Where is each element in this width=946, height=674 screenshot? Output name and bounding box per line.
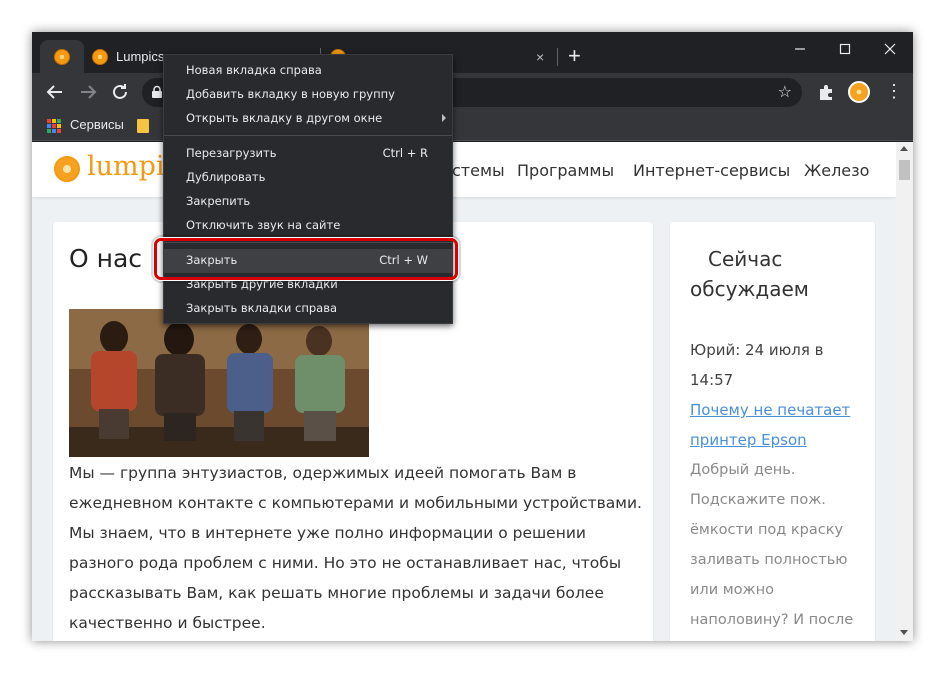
new-tab-button[interactable]: + [568, 45, 581, 67]
comment-meta: Юрий: 24 июля в 14:57 [690, 341, 824, 389]
browser-window: Lumpics. × + ☆ ⋮ Сервисы lumpics стемы П… [32, 32, 913, 641]
menu-item-label: Дублировать [186, 170, 266, 184]
bookmark-folder-icon[interactable] [137, 119, 149, 133]
tab-separator [557, 48, 558, 66]
nav-item-systems[interactable]: стемы [452, 161, 505, 180]
scroll-thumb[interactable] [899, 160, 910, 180]
forward-arrow-icon [81, 85, 97, 99]
menu-item-label: Добавить вкладку в новую группу [186, 87, 395, 101]
menu-item-new-tab-right[interactable]: Новая вкладка справа [164, 59, 452, 83]
close-window-button[interactable] [867, 38, 913, 66]
menu-item-add-to-group[interactable]: Добавить вкладку в новую группу [164, 83, 452, 107]
scroll-down-icon[interactable] [900, 630, 908, 635]
menu-item-label: Открыть вкладку в другом окне [186, 111, 383, 125]
submenu-arrow-icon [442, 114, 446, 122]
lock-icon [152, 85, 162, 98]
menu-item-duplicate[interactable]: Дублировать [164, 166, 452, 190]
close-icon [884, 43, 896, 55]
back-arrow-icon [46, 85, 62, 99]
article-link[interactable]: Почему не печатает принтер Epson [690, 395, 870, 455]
browser-menu-button[interactable]: ⋮ [884, 81, 904, 103]
team-photo [69, 309, 369, 457]
back-button[interactable] [43, 80, 67, 104]
sidebar-card: Сейчас обсуждаем Юрий: 24 июля в 14:57 П… [670, 222, 875, 641]
apps-grid-icon[interactable] [47, 119, 61, 133]
menu-item-label: Закрыть вкладки справа [186, 301, 338, 315]
menu-item-close-tabs-right[interactable]: Закрыть вкладки справа [164, 297, 452, 321]
profile-avatar[interactable] [848, 81, 870, 103]
forward-button[interactable] [76, 80, 100, 104]
reload-icon [113, 84, 127, 99]
reload-button[interactable] [108, 80, 132, 104]
sidebar-title: Сейчас обсуждаем [690, 247, 809, 301]
menu-item-reload[interactable]: Перезагрузить Ctrl + R [164, 142, 452, 166]
tab-title: Lumpics. [116, 49, 169, 64]
menu-item-pin[interactable]: Закрепить [164, 190, 452, 214]
tab-active[interactable] [40, 40, 84, 73]
page-title: О нас [69, 244, 143, 273]
minimize-icon [795, 48, 805, 50]
nav-item-internet-services[interactable]: Интернет-сервисы [633, 161, 790, 180]
extensions-puzzle-icon[interactable] [817, 82, 837, 102]
menu-item-label: Закрепить [186, 194, 251, 208]
menu-item-label: Перезагрузить [186, 146, 277, 160]
maximize-icon [839, 43, 851, 55]
tab-context-menu: Новая вкладка справа Добавить вкладку в … [163, 54, 453, 324]
menu-item-label: Отключить звук на сайте [186, 218, 341, 232]
comment-text: Добрый день. Подскажите пож. ёмкости под… [690, 462, 854, 628]
lumpics-favicon-icon [92, 49, 108, 65]
page-scrollbar[interactable] [896, 142, 913, 641]
close-icon[interactable]: × [536, 49, 544, 65]
nav-item-hardware[interactable]: Железо [804, 161, 869, 180]
about-paragraph: Мы — группа энтузиастов, одержимых идеей… [69, 464, 642, 632]
site-header: lumpics стемы Программы Интернет-сервисы… [32, 142, 896, 197]
bookmark-services[interactable]: Сервисы [70, 117, 124, 132]
scroll-up-icon[interactable] [900, 146, 908, 151]
bookmark-star-icon[interactable]: ☆ [778, 82, 792, 101]
menu-item-mute-site[interactable]: Отключить звук на сайте [164, 214, 452, 238]
lumpics-favicon-icon [54, 49, 70, 65]
menu-separator [164, 135, 452, 136]
menu-item-shortcut: Ctrl + R [382, 146, 428, 160]
maximize-button[interactable] [822, 38, 868, 66]
highlight-annotation [154, 238, 458, 280]
menu-item-label: Новая вкладка справа [186, 63, 322, 77]
menu-item-open-in-other-window[interactable]: Открыть вкладку в другом окне [164, 107, 452, 131]
lumpics-logo-icon[interactable] [54, 156, 80, 182]
nav-item-programs[interactable]: Программы [517, 161, 614, 180]
minimize-button[interactable] [777, 38, 823, 66]
